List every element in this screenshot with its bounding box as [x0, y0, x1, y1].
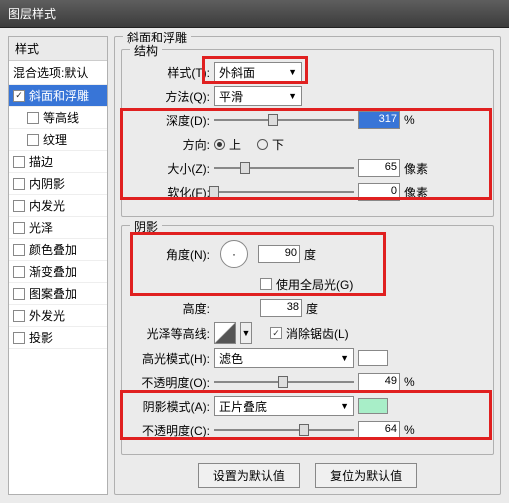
direction-down-radio[interactable]	[257, 139, 268, 150]
depth-input[interactable]: 317	[358, 111, 400, 129]
style-checkbox[interactable]	[13, 156, 25, 168]
depth-label: 深度(D):	[132, 112, 210, 129]
angle-label: 角度(N):	[132, 246, 210, 263]
style-item-label: 内阴影	[29, 175, 65, 192]
shadow-group: 阴影 角度(N): · 90 度 使用全局光(G) 高度: 38	[121, 225, 494, 455]
style-checkbox[interactable]	[27, 134, 39, 146]
set-default-button[interactable]: 设置为默认值	[198, 463, 300, 488]
chevron-down-icon: ▼	[288, 67, 297, 77]
style-checkbox[interactable]	[13, 222, 25, 234]
style-checkbox[interactable]	[13, 178, 25, 190]
chevron-down-icon: ▼	[288, 91, 297, 101]
soften-label: 软化(F):	[132, 184, 210, 201]
antialias-checkbox[interactable]	[270, 327, 282, 339]
global-light-label: 使用全局光(G)	[276, 276, 353, 293]
chevron-down-icon: ▼	[340, 353, 349, 363]
style-item-label: 外发光	[29, 307, 65, 324]
style-item-label: 图案叠加	[29, 285, 77, 302]
style-checkbox[interactable]	[27, 112, 39, 124]
gloss-contour-picker[interactable]	[214, 322, 236, 344]
size-slider[interactable]	[214, 160, 354, 176]
reset-default-button[interactable]: 复位为默认值	[315, 463, 417, 488]
style-item-label: 光泽	[29, 219, 53, 236]
size-label: 大小(Z):	[132, 160, 210, 177]
shadow-opacity-input[interactable]: 64	[358, 421, 400, 439]
highlight-mode-label: 高光模式(H):	[132, 350, 210, 367]
global-light-checkbox[interactable]	[260, 278, 272, 290]
altitude-unit: 度	[306, 300, 318, 317]
style-label: 样式(T):	[132, 64, 210, 81]
structure-title: 结构	[130, 42, 162, 59]
bevel-emboss-group: 斜面和浮雕 结构 样式(T): 外斜面▼ 方法(Q): 平滑▼ 深度(D):	[114, 36, 501, 495]
styles-list-panel: 样式 混合选项:默认 斜面和浮雕等高线纹理描边内阴影内发光光泽颜色叠加渐变叠加图…	[8, 36, 108, 495]
structure-group: 结构 样式(T): 外斜面▼ 方法(Q): 平滑▼ 深度(D):	[121, 49, 494, 217]
chevron-down-icon[interactable]: ▼	[240, 322, 252, 344]
method-label: 方法(Q):	[132, 88, 210, 105]
style-list-item[interactable]: 图案叠加	[9, 283, 107, 305]
style-item-label: 斜面和浮雕	[29, 87, 89, 104]
highlight-color-swatch[interactable]	[358, 350, 388, 366]
soften-slider[interactable]	[214, 184, 354, 200]
highlight-opacity-slider[interactable]	[214, 374, 354, 390]
style-checkbox[interactable]	[13, 266, 25, 278]
highlight-opacity-input[interactable]: 49	[358, 373, 400, 391]
shadow-mode-label: 阴影模式(A):	[132, 398, 210, 415]
style-list-item[interactable]: 纹理	[9, 129, 107, 151]
method-dropdown[interactable]: 平滑▼	[214, 86, 302, 106]
direction-label: 方向:	[132, 136, 210, 153]
soften-input[interactable]: 0	[358, 183, 400, 201]
style-list-item[interactable]: 投影	[9, 327, 107, 349]
direction-up-radio[interactable]	[214, 139, 225, 150]
shadow-opacity-slider[interactable]	[214, 422, 354, 438]
style-item-label: 颜色叠加	[29, 241, 77, 258]
angle-input[interactable]: 90	[258, 245, 300, 263]
blend-options-row[interactable]: 混合选项:默认	[9, 61, 107, 85]
angle-unit: 度	[304, 246, 316, 263]
window-titlebar: 图层样式	[0, 0, 509, 28]
highlight-mode-dropdown[interactable]: 滤色▼	[214, 348, 354, 368]
style-checkbox[interactable]	[13, 200, 25, 212]
shadow-mode-dropdown[interactable]: 正片叠底▼	[214, 396, 354, 416]
style-list-item[interactable]: 外发光	[9, 305, 107, 327]
style-list-item[interactable]: 等高线	[9, 107, 107, 129]
size-unit: 像素	[404, 160, 432, 177]
antialias-label: 消除锯齿(L)	[286, 325, 349, 342]
style-list-item[interactable]: 颜色叠加	[9, 239, 107, 261]
style-list-item[interactable]: 斜面和浮雕	[9, 85, 107, 107]
depth-unit: %	[404, 113, 432, 127]
depth-slider[interactable]	[214, 112, 354, 128]
angle-dial[interactable]: ·	[220, 240, 248, 268]
style-checkbox[interactable]	[13, 332, 25, 344]
style-item-label: 渐变叠加	[29, 263, 77, 280]
window-title: 图层样式	[8, 7, 56, 21]
style-checkbox[interactable]	[13, 288, 25, 300]
size-input[interactable]: 65	[358, 159, 400, 177]
altitude-input[interactable]: 38	[260, 299, 302, 317]
styles-header: 样式	[9, 37, 107, 61]
style-dropdown[interactable]: 外斜面▼	[214, 62, 302, 82]
style-checkbox[interactable]	[13, 90, 25, 102]
shadow-opacity-label: 不透明度(C):	[132, 422, 210, 439]
style-item-label: 内发光	[29, 197, 65, 214]
style-item-label: 等高线	[43, 109, 79, 126]
highlight-opacity-label: 不透明度(O):	[132, 374, 210, 391]
shadow-color-swatch[interactable]	[358, 398, 388, 414]
chevron-down-icon: ▼	[340, 401, 349, 411]
style-list-item[interactable]: 内发光	[9, 195, 107, 217]
soften-unit: 像素	[404, 184, 432, 201]
style-item-label: 描边	[29, 153, 53, 170]
style-list-item[interactable]: 描边	[9, 151, 107, 173]
style-list-item[interactable]: 光泽	[9, 217, 107, 239]
gloss-label: 光泽等高线:	[132, 325, 210, 342]
style-item-label: 投影	[29, 329, 53, 346]
style-list-item[interactable]: 内阴影	[9, 173, 107, 195]
style-list-item[interactable]: 渐变叠加	[9, 261, 107, 283]
altitude-label: 高度:	[132, 300, 210, 317]
style-item-label: 纹理	[43, 131, 67, 148]
shadow-title: 阴影	[130, 218, 162, 235]
settings-panel: 斜面和浮雕 结构 样式(T): 外斜面▼ 方法(Q): 平滑▼ 深度(D):	[114, 36, 501, 495]
dialog-body: 样式 混合选项:默认 斜面和浮雕等高线纹理描边内阴影内发光光泽颜色叠加渐变叠加图…	[0, 28, 509, 503]
style-checkbox[interactable]	[13, 310, 25, 322]
style-checkbox[interactable]	[13, 244, 25, 256]
